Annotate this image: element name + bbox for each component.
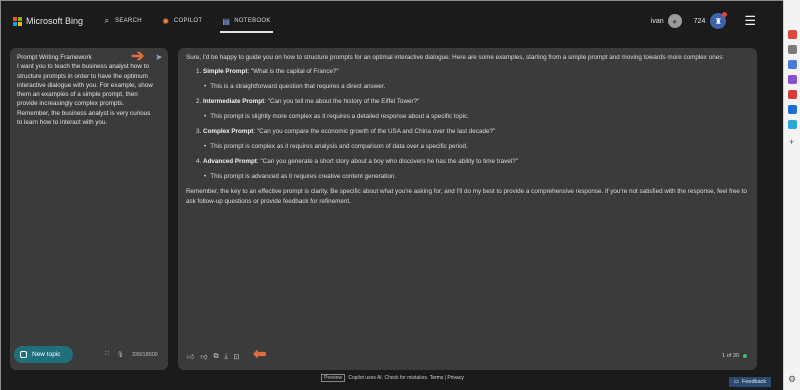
copilot-icon: ✺ bbox=[162, 16, 170, 26]
item-number: 3. bbox=[196, 128, 202, 135]
user-name[interactable]: ivan bbox=[651, 18, 664, 25]
item-number: 2. bbox=[196, 98, 202, 105]
response-actions: 👍︎ 👎︎ ⧉ ⤓ ⊡ bbox=[187, 352, 245, 362]
footer: Preview Copilot uses AI. Check for mista… bbox=[1, 374, 784, 382]
list-item: 4. Advanced Prompt: "Can you generate a … bbox=[196, 157, 748, 182]
notebook-icon: ▤ bbox=[222, 16, 231, 26]
footer-separator: | bbox=[444, 375, 447, 381]
item-text: : "What is the capital of France?" bbox=[247, 68, 339, 75]
item-note: This prompt is complex as it requires an… bbox=[204, 142, 748, 152]
item-note: This prompt is slightly more complex as … bbox=[204, 112, 748, 122]
item-text: : "Can you compare the economic growth o… bbox=[253, 128, 496, 135]
list-item: 1. Simple Prompt: "What is the capital o… bbox=[196, 67, 748, 92]
brand-name: Microsoft Bing bbox=[26, 16, 84, 26]
send-icon[interactable]: ➤ bbox=[155, 52, 163, 63]
copy-icon[interactable]: ⧉ bbox=[213, 353, 218, 361]
new-topic-button[interactable]: New topic bbox=[14, 346, 73, 363]
terms-link[interactable]: Terms bbox=[430, 375, 444, 381]
response-intro: Sure, I'd be happy to guide you on how t… bbox=[186, 54, 725, 61]
microsoft-logo-icon bbox=[13, 16, 22, 26]
item-label: Intermediate Prompt bbox=[203, 98, 265, 105]
status-dot bbox=[743, 354, 747, 358]
prompt-body: I want you to teach the business analyst… bbox=[17, 63, 153, 127]
feedback-label: Feedback bbox=[742, 379, 767, 385]
prompt-tools: ⛶ 🎙︎ 330/18000 bbox=[105, 351, 166, 358]
settings-icon[interactable]: ⚙ bbox=[788, 374, 796, 385]
item-note: This prompt is advanced as it requires c… bbox=[204, 172, 748, 182]
app-frame: Microsoft Bing ⌕ SEARCH ✺ COPILOT ▤ NOTE… bbox=[0, 0, 783, 390]
item-note: This is a straightforward question that … bbox=[204, 82, 748, 92]
annotation-arrow-icon: ➔ bbox=[131, 48, 145, 65]
tools-icon[interactable] bbox=[788, 45, 797, 54]
avatar[interactable]: ● bbox=[667, 14, 682, 28]
list-item: 3. Complex Prompt: "Can you compare the … bbox=[196, 127, 748, 152]
feedback-icon: ▭ bbox=[733, 379, 740, 385]
drop-icon[interactable] bbox=[788, 120, 797, 129]
rewards-icon[interactable]: ♜ bbox=[710, 12, 728, 29]
item-label: Advanced Prompt bbox=[203, 158, 257, 165]
preview-badge: Preview bbox=[321, 374, 345, 382]
microphone-icon[interactable]: 🎙︎ bbox=[117, 352, 124, 358]
share-icon[interactable]: ⊡ bbox=[234, 353, 240, 361]
main-nav: ⌕ SEARCH ✺ COPILOT ▤ NOTEBOOK bbox=[93, 1, 281, 41]
feedback-button[interactable]: ▭ Feedback bbox=[729, 377, 771, 387]
item-text: : "Can you generate a short story about … bbox=[256, 158, 518, 165]
thumbs-up-icon[interactable]: 👍︎ bbox=[187, 352, 194, 361]
top-bar: Microsoft Bing ⌕ SEARCH ✺ COPILOT ▤ NOTE… bbox=[1, 1, 784, 41]
tag-icon[interactable] bbox=[788, 30, 797, 39]
privacy-link[interactable]: Privacy bbox=[447, 375, 463, 381]
rewards-points[interactable]: 724 bbox=[694, 18, 706, 25]
nav-notebook-label: NOTEBOOK bbox=[234, 18, 271, 24]
download-icon[interactable]: ⤓ bbox=[224, 353, 227, 361]
new-topic-icon bbox=[20, 351, 27, 358]
brand[interactable]: Microsoft Bing bbox=[13, 16, 83, 26]
nav-copilot[interactable]: ✺ COPILOT bbox=[152, 1, 212, 41]
item-text: : "Can you tell me about the history of … bbox=[264, 98, 420, 105]
item-number: 1. bbox=[196, 68, 202, 75]
search-icon: ⌕ bbox=[104, 16, 110, 25]
footer-disclaimer: Copilot uses AI. Check for mistakes. bbox=[348, 375, 429, 381]
office-icon[interactable] bbox=[788, 90, 797, 99]
response-text: Sure, I'd be happy to guide you on how t… bbox=[186, 53, 748, 211]
add-icon[interactable]: + bbox=[789, 137, 794, 147]
nav-copilot-label: COPILOT bbox=[173, 18, 203, 24]
thumbs-down-icon[interactable]: 👎︎ bbox=[200, 352, 207, 361]
top-right-controls: ivan ● 724 ♜ ☰ bbox=[651, 1, 756, 41]
outlook-icon[interactable] bbox=[788, 105, 797, 114]
annotation-arrow-icon: ⬅ bbox=[253, 346, 267, 363]
item-number: 4. bbox=[196, 158, 202, 165]
nav-search-label: SEARCH bbox=[115, 18, 142, 24]
item-label: Complex Prompt bbox=[203, 128, 254, 135]
hamburger-menu-icon[interactable]: ☰ bbox=[744, 13, 756, 29]
list-item: 2. Intermediate Prompt: "Can you tell me… bbox=[196, 97, 748, 122]
nav-notebook[interactable]: ▤ NOTEBOOK bbox=[212, 1, 280, 41]
page-indicator: 1 of 30 bbox=[722, 353, 739, 359]
new-topic-label: New topic bbox=[32, 351, 61, 358]
item-label: Simple Prompt bbox=[203, 68, 248, 75]
response-outro: Remember, the key to an effective prompt… bbox=[186, 188, 747, 205]
response-panel: Sure, I'd be happy to guide you on how t… bbox=[178, 48, 757, 370]
nav-search[interactable]: ⌕ SEARCH bbox=[93, 1, 152, 41]
char-count: 330/18000 bbox=[131, 351, 158, 358]
visual-search-icon[interactable]: ⛶ bbox=[105, 351, 109, 358]
games-icon[interactable] bbox=[788, 75, 797, 84]
browser-sidebar: + ⚙ bbox=[783, 0, 800, 390]
person-icon[interactable] bbox=[788, 60, 797, 69]
prompt-panel: Prompt Writing Framework I want you to t… bbox=[10, 48, 168, 370]
